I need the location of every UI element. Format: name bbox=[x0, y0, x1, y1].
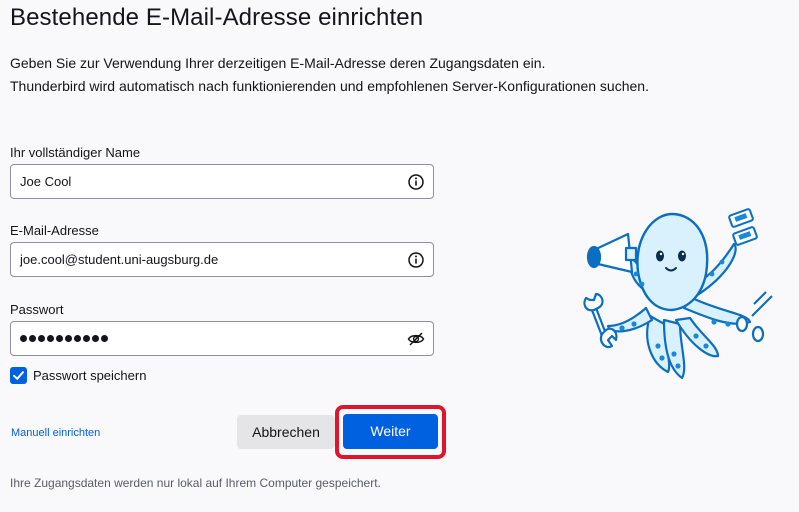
password-dot bbox=[65, 335, 72, 342]
email-value: joe.cool@student.uni-augsburg.de bbox=[20, 252, 219, 267]
email-field[interactable]: joe.cool@student.uni-augsburg.de bbox=[10, 242, 434, 277]
remember-password-checkbox[interactable] bbox=[10, 367, 27, 384]
page-description: Geben Sie zur Verwendung Ihrer derzeitig… bbox=[10, 52, 649, 98]
name-label: Ihr vollständiger Name bbox=[10, 145, 141, 160]
info-icon[interactable] bbox=[407, 173, 425, 191]
info-icon[interactable] bbox=[407, 251, 425, 269]
password-dot bbox=[47, 335, 54, 342]
password-dot bbox=[92, 335, 99, 342]
name-field[interactable]: Joe Cool bbox=[10, 164, 434, 199]
checkmark-icon bbox=[13, 371, 24, 380]
name-value: Joe Cool bbox=[20, 174, 72, 189]
manual-setup-link[interactable]: Manuell einrichten bbox=[11, 427, 100, 439]
email-label: E-Mail-Adresse bbox=[10, 223, 99, 238]
remember-password-label[interactable]: Passwort speichern bbox=[33, 368, 146, 383]
password-dot bbox=[56, 335, 63, 342]
password-dot bbox=[101, 335, 108, 342]
page-title: Bestehende E-Mail-Adresse einrichten bbox=[10, 4, 424, 31]
privacy-note: Ihre Zugangsdaten werden nur lokal auf I… bbox=[10, 476, 381, 490]
password-dot bbox=[38, 335, 45, 342]
password-field[interactable] bbox=[10, 321, 434, 356]
cancel-button[interactable]: Abbrechen bbox=[237, 415, 335, 449]
password-mask bbox=[20, 335, 108, 342]
password-dot bbox=[74, 335, 81, 342]
password-dot bbox=[83, 335, 90, 342]
password-label: Passwort bbox=[10, 302, 64, 317]
password-dot bbox=[29, 335, 36, 342]
password-dot bbox=[20, 335, 27, 342]
octopus-mascot-illustration bbox=[583, 208, 773, 380]
next-button[interactable]: Weiter bbox=[343, 414, 438, 449]
description-line-2: Thunderbird wird automatisch nach funkti… bbox=[10, 78, 649, 94]
description-line-1: Geben Sie zur Verwendung Ihrer derzeitig… bbox=[10, 55, 546, 71]
eye-slash-icon[interactable] bbox=[407, 330, 425, 348]
